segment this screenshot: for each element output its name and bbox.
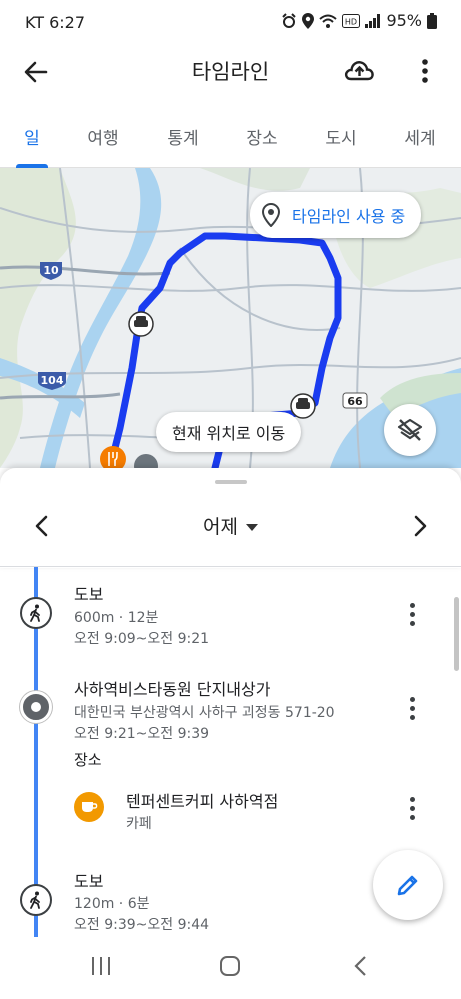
walk-node — [20, 884, 52, 916]
edit-fab[interactable] — [373, 850, 443, 920]
tab-places[interactable]: 장소 — [246, 124, 277, 149]
status-icons: HD 95% — [281, 11, 437, 30]
battery-percent: 95% — [386, 11, 422, 30]
more-vert-icon[interactable] — [402, 695, 422, 723]
bottom-sheet: 어제 — [0, 468, 461, 568]
walk-distance-duration: 600m · 12분 — [74, 610, 159, 626]
road-shield-104: 104 — [41, 374, 64, 387]
recent-apps-icon[interactable] — [90, 955, 112, 977]
timeline-on-chip[interactable]: 타임라인 사용 중 — [250, 192, 422, 238]
road-shield-10: 10 — [43, 264, 59, 277]
dropdown-caret-icon — [245, 524, 258, 531]
more-vert-icon[interactable] — [410, 54, 440, 88]
carrier-time: KT 6:27 — [25, 13, 86, 32]
hd-icon: HD — [342, 13, 361, 28]
walk-time-range: 오전 9:09~오전 9:21 — [74, 631, 210, 647]
layers-off-icon — [397, 418, 423, 441]
place-address: 대한민국 부산광역시 사하구 괴정동 571-20 — [74, 705, 335, 721]
svg-text:HD: HD — [345, 17, 357, 26]
place-time-range: 오전 9:21~오전 9:39 — [74, 726, 210, 742]
system-nav-bar — [0, 937, 461, 999]
place-title[interactable]: 사하역비스타동원 단지내상가 — [74, 676, 270, 700]
tab-trips[interactable]: 여행 — [87, 124, 118, 149]
cafe-icon — [74, 792, 104, 822]
walk-time-range: 오전 9:39~오전 9:44 — [74, 917, 210, 933]
status-bar: KT 6:27 HD 95% — [0, 0, 461, 44]
walking-icon — [30, 604, 40, 622]
app-bar: 타임라인 — [0, 44, 461, 100]
walk-title[interactable]: 도보 — [74, 581, 103, 605]
tab-cities[interactable]: 도시 — [325, 124, 356, 149]
location-icon — [302, 12, 315, 29]
location-pin-icon — [262, 203, 280, 227]
drag-handle[interactable] — [215, 480, 247, 484]
battery-icon — [427, 12, 437, 29]
page-title: 타임라인 — [191, 60, 270, 84]
home-icon[interactable] — [219, 955, 241, 977]
more-vert-icon[interactable] — [402, 601, 422, 629]
place-node — [20, 691, 52, 723]
car-marker-icon — [290, 393, 316, 419]
signal-icon — [365, 13, 381, 28]
sub-place-title[interactable]: 텐퍼센트커피 사하역점 — [126, 788, 278, 812]
pencil-icon — [397, 875, 418, 896]
tab-bar: 일 여행 통계 장소 도시 세계 — [0, 110, 461, 168]
day-navigator: 어제 — [0, 506, 461, 546]
sub-place-category: 카페 — [126, 816, 152, 832]
more-vert-icon[interactable] — [402, 795, 422, 823]
tab-day[interactable]: 일 — [24, 124, 40, 149]
scrollbar[interactable] — [454, 597, 459, 671]
nav-back-icon[interactable] — [350, 955, 372, 977]
walking-icon — [30, 891, 40, 909]
walk-title[interactable]: 도보 — [74, 868, 103, 892]
road-shield-66: 66 — [347, 395, 363, 408]
tab-insights[interactable]: 통계 — [167, 124, 198, 149]
places-section-label: 장소 — [74, 751, 102, 769]
car-marker-icon — [128, 311, 154, 337]
chevron-right-icon[interactable] — [406, 512, 434, 540]
wifi-icon — [319, 14, 338, 28]
move-to-location-button[interactable]: 현재 위치로 이동 — [156, 412, 302, 452]
alarm-icon — [282, 12, 297, 28]
walk-node — [20, 597, 52, 629]
timeline-on-label: 타임라인 사용 중 — [292, 207, 406, 226]
tab-world[interactable]: 세계 — [404, 124, 435, 149]
day-selector[interactable]: 어제 — [0, 512, 461, 539]
hide-route-button[interactable] — [384, 404, 436, 456]
selected-day-label: 어제 — [203, 516, 238, 538]
cloud-upload-icon[interactable] — [342, 54, 376, 88]
map-view[interactable]: 10 104 66 타임라인 사용 중 현재 위치로 이동 — [0, 168, 461, 468]
walk-distance-duration: 120m · 6분 — [74, 896, 150, 912]
